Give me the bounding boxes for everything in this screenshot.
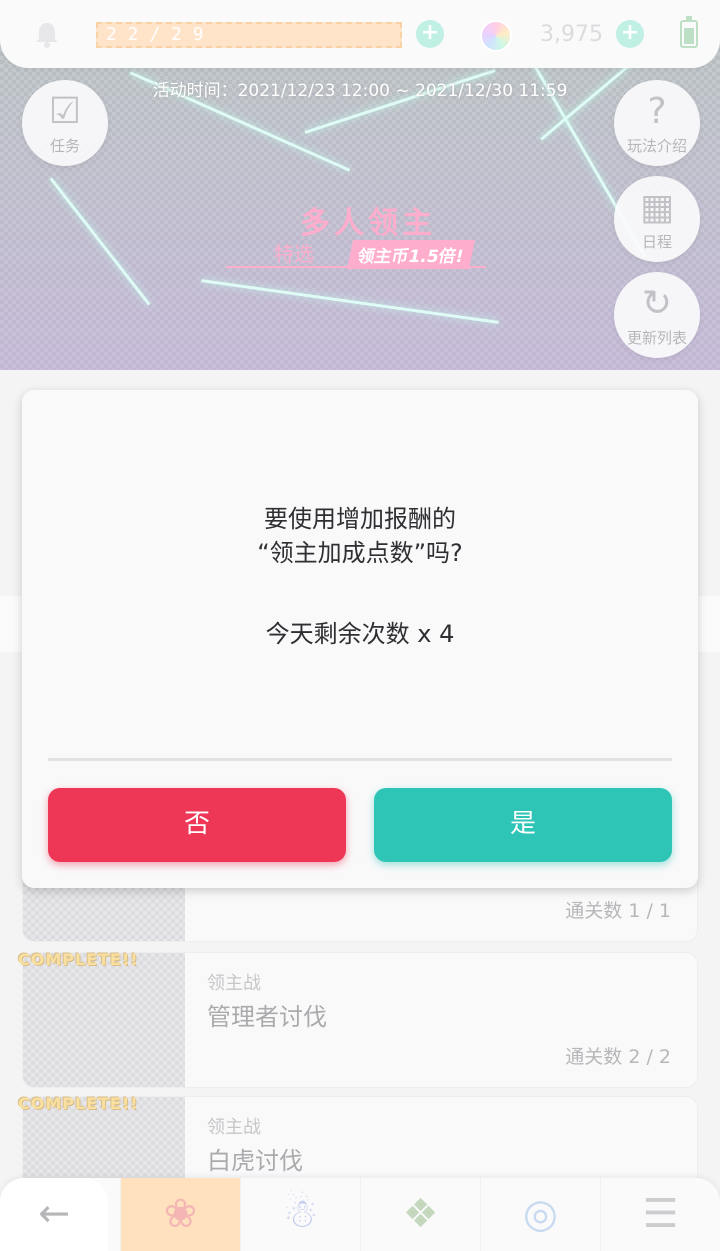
dialog-message-line1: 要使用增加报酬的	[264, 505, 456, 533]
dialog-message-line2: “领主加成点数”吗?	[257, 539, 463, 567]
confirm-dialog: 要使用增加报酬的 “领主加成点数”吗? 今天剩余次数 x 4 否 是	[22, 390, 698, 888]
yes-button[interactable]: 是	[374, 788, 672, 862]
remaining-count: 今天剩余次数 x 4	[265, 620, 455, 648]
no-button[interactable]: 否	[48, 788, 346, 862]
dialog-message: 要使用增加报酬的 “领主加成点数”吗?	[22, 502, 698, 570]
dialog-divider	[48, 758, 672, 761]
